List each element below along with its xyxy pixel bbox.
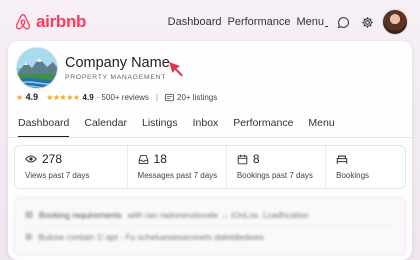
- rating-reviews[interactable]: · 500+ reviews: [97, 93, 149, 102]
- tab-bar: Dashboard Calendar Listings Inbox Perfor…: [18, 111, 350, 138]
- star-icon: ★: [16, 92, 23, 102]
- stat-messages[interactable]: 18 Messages past 7 days: [126, 146, 226, 188]
- tab-divider: [8, 137, 412, 138]
- chat-icon[interactable]: [334, 13, 352, 31]
- company-profile: Company Name PROPERTY MANAGEMENT: [16, 47, 170, 89]
- stat-bookings-link[interactable]: Bookings: [325, 146, 405, 188]
- inbox-icon: [138, 154, 148, 164]
- airbnb-logo[interactable]: airbnb: [14, 12, 86, 32]
- top-nav: Dashboard Performance Menu: [168, 9, 408, 35]
- stat-messages-label: Messages past 7 days: [137, 171, 218, 180]
- blurred-row: ▤ Booking requirements with ran radonens…: [25, 206, 395, 223]
- calendar-icon: [237, 154, 248, 164]
- blurred-panel: ▤ Booking requirements with ran radonens…: [14, 197, 406, 255]
- blurred-row: ◍ Bulose contain 1! apt - Fu scheluesies…: [25, 226, 395, 243]
- eye-icon: [25, 155, 37, 163]
- rating-score: 4.9: [25, 92, 39, 102]
- stat-views[interactable]: 278 Views past 7 days: [15, 146, 127, 188]
- company-subtitle: PROPERTY MANAGEMENT: [65, 74, 167, 81]
- rating-row: ★ 4.9 ★★★★★ 4.9 · 500+ reviews | 20+ lis…: [16, 92, 217, 102]
- topnav-dashboard[interactable]: Dashboard: [168, 16, 222, 28]
- tab-menu[interactable]: Menu: [308, 111, 334, 138]
- topnav-menu[interactable]: Menu: [296, 16, 328, 28]
- stat-views-label: Views past 7 days: [25, 171, 90, 180]
- stats-panel: 278 Views past 7 days 18 Messages past 7…: [14, 145, 406, 189]
- airbnb-logo-icon: [15, 14, 31, 30]
- tab-performance[interactable]: Performance: [233, 111, 293, 138]
- document-icon: ▤: [25, 209, 34, 219]
- tab-dashboard[interactable]: Dashboard: [18, 111, 70, 138]
- stat-bookings[interactable]: 8 Bookings past 7 days: [225, 146, 325, 188]
- database-icon: ◍: [25, 231, 33, 241]
- top-bar: airbnb Dashboard Performance Menu: [0, 0, 420, 44]
- company-logo-icon: [16, 47, 58, 89]
- listings-count[interactable]: 20+ listings: [177, 93, 217, 102]
- rating-stars: ★★★★★: [46, 92, 80, 102]
- tab-listings[interactable]: Listings: [142, 111, 178, 138]
- listings-icon: [165, 93, 174, 101]
- stat-bookings-label: Bookings past 7 days: [236, 171, 313, 180]
- stat-messages-value: 18: [153, 152, 167, 166]
- tab-inbox[interactable]: Inbox: [193, 111, 219, 138]
- blurred-row-title: Booking requirements: [39, 209, 122, 220]
- blurred-row-text: with ran radonenstocele → iOnLos. Lcadhc…: [127, 209, 309, 220]
- rating-star-score: 4.9: [82, 92, 94, 102]
- stat-bookings-value: 8: [252, 152, 260, 166]
- brand-name: airbnb: [36, 12, 87, 31]
- user-avatar[interactable]: [382, 9, 408, 35]
- stat-bookings-link-label: Bookings: [336, 171, 370, 180]
- pointer-arrow-icon: [169, 62, 183, 77]
- bed-icon: [336, 155, 348, 164]
- rating-separator: |: [155, 92, 158, 102]
- company-info: Company Name PROPERTY MANAGEMENT: [65, 55, 170, 81]
- dashboard-card: Company Name PROPERTY MANAGEMENT ★ 4.9 ★…: [8, 41, 412, 260]
- settings-icon[interactable]: [358, 13, 376, 31]
- topnav-performance[interactable]: Performance: [227, 16, 290, 28]
- blurred-row-text: Bulose contain 1! apt - Fu scheluesiesac…: [38, 231, 264, 242]
- company-name: Company Name: [65, 55, 170, 71]
- tab-calendar[interactable]: Calendar: [84, 111, 127, 138]
- stat-views-value: 278: [42, 152, 63, 166]
